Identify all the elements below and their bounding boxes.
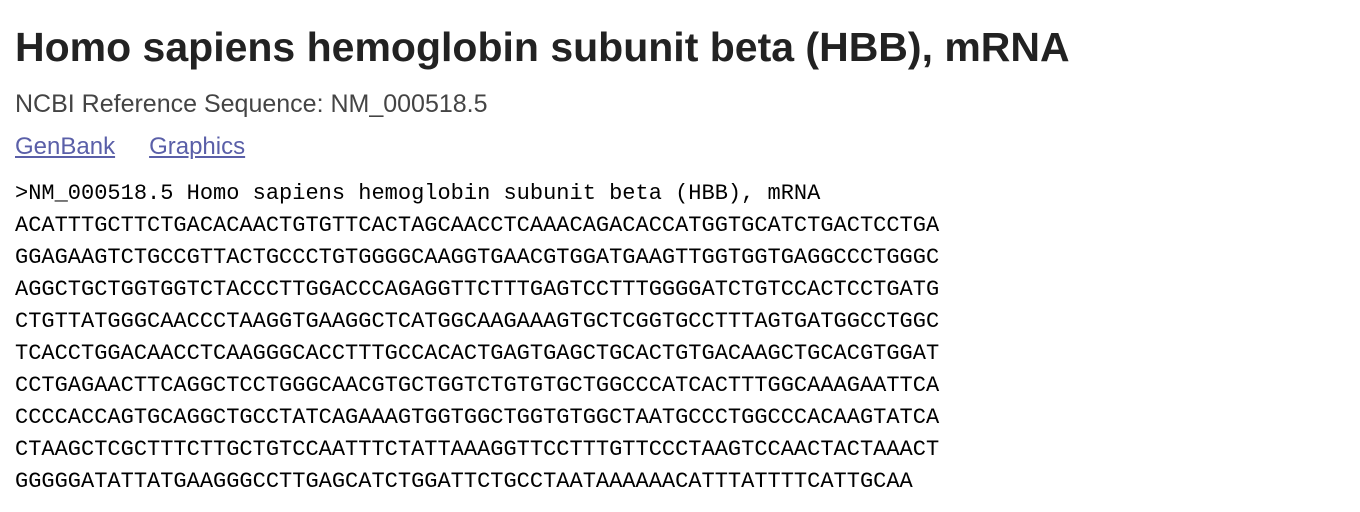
sequence-line: AGGCTGCTGGTGGTCTACCCTTGGACCCAGAGGTTCTTTG… (15, 277, 940, 302)
sequence-line: TCACCTGGACAACCTCAAGGGCACCTTTGCCACACTGAGT… (15, 341, 940, 366)
sequence-line: CTAAGCTCGCTTTCTTGCTGTCCAATTTCTATTAAAGGTT… (15, 437, 940, 462)
reference-sequence-label: NCBI Reference Sequence: NM_000518.5 (15, 90, 488, 118)
sequence-line: CCCCACCAGTGCAGGCTGCCTATCAGAAAGTGGTGGCTGG… (15, 405, 940, 430)
view-links: GenBank Graphics (15, 132, 245, 162)
fasta-sequence: >NM_000518.5 Homo sapiens hemoglobin sub… (15, 178, 939, 498)
page-title: Homo sapiens hemoglobin subunit beta (HB… (15, 24, 1070, 70)
sequence-line: GGGGGATATTATGAAGGGCCTTGAGCATCTGGATTCTGCC… (15, 469, 913, 494)
sequence-line: ACATTTGCTTCTGACACAACTGTGTTCACTAGCAACCTCA… (15, 213, 940, 238)
graphics-link[interactable]: Graphics (149, 133, 245, 160)
sequence-line: CCTGAGAACTTCAGGCTCCTGGGCAACGTGCTGGTCTGTG… (15, 373, 940, 398)
genbank-link[interactable]: GenBank (15, 133, 115, 160)
sequence-line: GGAGAAGTCTGCCGTTACTGCCCTGTGGGGCAAGGTGAAC… (15, 245, 940, 270)
fasta-header-line: >NM_000518.5 Homo sapiens hemoglobin sub… (15, 181, 821, 206)
sequence-line: CTGTTATGGGCAACCCTAAGGTGAAGGCTCATGGCAAGAA… (15, 309, 940, 334)
